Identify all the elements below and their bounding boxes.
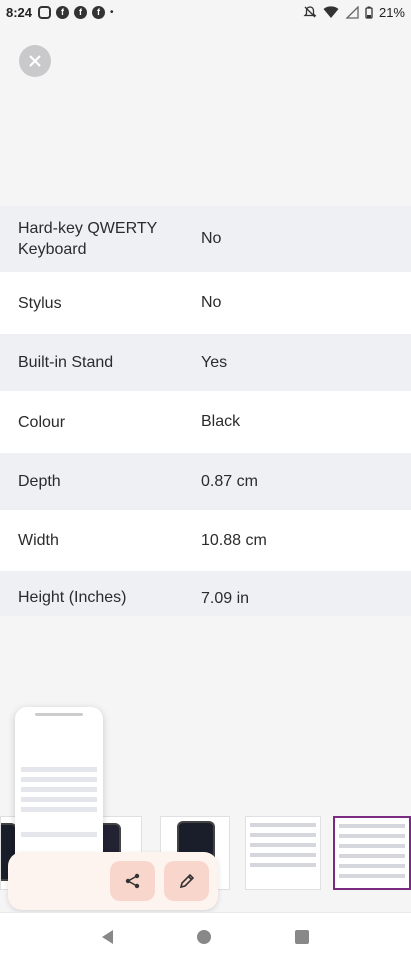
mute-icon [303, 6, 317, 18]
screenshot-thumbnail[interactable] [245, 816, 321, 890]
facebook-icon: f [74, 5, 88, 19]
spec-row: Hard-key QWERTY Keyboard No [0, 206, 411, 272]
screenshot-action-bar [8, 852, 218, 910]
dot-icon: • [110, 6, 114, 18]
back-icon[interactable] [102, 929, 113, 944]
spec-value: No [201, 230, 222, 247]
spec-value: 0.87 cm [201, 472, 258, 490]
facebook-icon: f [92, 5, 106, 19]
system-navigation-bar [0, 912, 411, 960]
spec-row: Width 10.88 cm [0, 510, 411, 571]
battery-icon [365, 6, 373, 19]
home-icon[interactable] [197, 929, 211, 944]
spec-label: Built-in Stand [18, 354, 114, 371]
battery-percent: 21% [378, 4, 405, 20]
close-icon [29, 55, 41, 67]
status-time: 8:24 [6, 4, 33, 20]
specifications-table: Hard-key QWERTY Keyboard No Stylus No Bu… [0, 206, 411, 616]
screenshot-thumbnail-selected[interactable] [333, 816, 411, 890]
spec-label: Hard-key QWERTY Keyboard [18, 220, 157, 258]
spec-label: Stylus [18, 294, 62, 312]
close-button[interactable] [19, 45, 51, 77]
spec-value: 7.09 in [201, 590, 250, 607]
instagram-icon [38, 5, 52, 19]
spec-row: Built-in Stand Yes [0, 334, 411, 391]
recents-icon[interactable] [295, 929, 309, 944]
edit-icon [179, 873, 194, 889]
spec-label: Depth [18, 473, 61, 490]
spec-value: Black [201, 413, 241, 430]
signal-icon [345, 5, 359, 19]
share-icon [125, 873, 139, 889]
share-button[interactable] [110, 861, 155, 901]
status-bar: 8:24 f f f • 21% [0, 0, 411, 24]
spec-row: Height (Inches) 7.09 in [0, 571, 411, 616]
spec-row: Depth 0.87 cm [0, 453, 411, 510]
wifi-icon [323, 5, 339, 18]
spec-label: Height (Inches) [18, 589, 127, 606]
spec-label: Width [18, 532, 59, 549]
spec-row: Stylus No [0, 272, 411, 334]
facebook-icon: f [56, 5, 70, 19]
edit-button[interactable] [164, 861, 209, 901]
spec-value: 10.88 cm [201, 531, 267, 549]
spec-value: No [201, 294, 222, 311]
spec-value: Yes [201, 353, 228, 371]
spec-label: Colour [18, 413, 66, 431]
spec-row: Colour Black [0, 391, 411, 453]
